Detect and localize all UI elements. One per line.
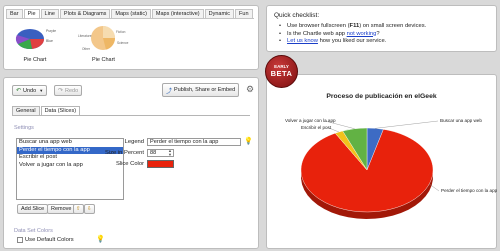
pie-thumbnail-2-label-2: Literature	[78, 34, 92, 38]
size-label: Size in Percent	[105, 150, 144, 156]
chevron-down-icon: ▼	[39, 88, 44, 93]
pie-thumbnail-1[interactable]: Purple Blue Pie Chart	[10, 20, 60, 68]
pie-label-perder: Perder el tiempo con la app	[441, 188, 498, 193]
tab-plots-diagrams[interactable]: Plots & Diagrams	[59, 9, 111, 18]
checklist-panel: Quick checklist: Use browser fullscreen …	[266, 5, 497, 52]
tab-pie[interactable]: Pie	[23, 9, 40, 18]
redo-icon: ↷	[58, 88, 64, 94]
not-working-link[interactable]: not working	[347, 31, 377, 37]
undo-button[interactable]: ↶ Undo ▼	[12, 85, 48, 96]
checklist-item-feedback: Let us know how you liked our service.	[279, 38, 426, 46]
share-icon: ⤴	[166, 88, 173, 95]
pie-label-buscar: Buscar una app web	[440, 118, 482, 123]
slice-color-swatch[interactable]	[147, 160, 174, 168]
pie-label-escribir: Escribir el post	[301, 125, 332, 130]
settings-label: Settings	[14, 125, 34, 131]
lightbulb-icon[interactable]: 💡	[96, 235, 105, 243]
redo-button[interactable]: ↷ Redo	[54, 85, 83, 96]
add-slice-button[interactable]: Add Slice	[17, 204, 49, 214]
pie-label-volver: Volver a jugar con la app	[285, 118, 336, 123]
redo-label: Redo	[65, 87, 79, 94]
undo-label: Undo	[23, 87, 37, 94]
early-beta-badge: EARLY BETA	[265, 55, 298, 88]
chart-type-tabs: Bar Pie Line Plots & Diagrams Maps (stat…	[6, 9, 254, 18]
tabs-divider	[6, 18, 254, 19]
pie-leader-line-2	[375, 120, 439, 129]
pie-thumbnail-2-label-0: Fiction	[116, 30, 126, 34]
remove-button[interactable]: Remove	[47, 204, 76, 214]
editor-tabs-divider	[12, 115, 250, 116]
pie-thumbnail-2-label-3: Other	[82, 47, 91, 51]
checklist-items: Use browser fullscreen (F11) on small sc…	[279, 23, 426, 46]
default-colors-checkbox[interactable]	[17, 237, 23, 243]
slice-color-label: Slice Color	[115, 161, 144, 167]
pie-thumbnail-2[interactable]: Fiction Science Literature Other Pie Cha…	[76, 20, 131, 68]
checklist-title: Quick checklist:	[274, 12, 320, 19]
tab-fun[interactable]: Fun	[235, 9, 253, 18]
lightbulb-icon[interactable]: 💡	[244, 137, 253, 145]
stepper-icon[interactable]: ▲ ▼	[168, 149, 172, 157]
pie-thumbnail-1-graphic: Purple Blue	[15, 29, 56, 49]
move-down-button[interactable]: ⇩	[84, 204, 95, 214]
gear-icon[interactable]: ⚙	[246, 84, 254, 95]
pie-thumbnail-2-graphic: Fiction Science Literature Other	[78, 26, 129, 51]
tab-maps-static[interactable]: Maps (static)	[111, 9, 151, 18]
beta-badge-main: BETA	[270, 69, 293, 78]
slice-list[interactable]: Buscar una app web Perder el tiempo con …	[16, 138, 124, 200]
pie-thumbnail-2-caption: Pie Chart	[92, 57, 115, 63]
data-set-colors-label: Data Set Colors	[14, 228, 53, 234]
tab-general[interactable]: General	[12, 106, 40, 115]
pie-thumbnail-1-label-1: Blue	[46, 39, 53, 43]
tab-bar[interactable]: Bar	[6, 9, 23, 18]
let-us-know-link[interactable]: Let us know	[287, 38, 318, 44]
legend-input[interactable]: Perder el tiempo con la app	[147, 138, 241, 146]
arrow-up-icon: ⇧	[76, 206, 81, 212]
publish-button[interactable]: ⤴ Publish, Share or Embed	[162, 83, 240, 97]
legend-label: Legend	[124, 139, 144, 145]
editor-panel: ↶ Undo ▼ ↷ Redo ⤴ Publish, Share or Embe…	[3, 77, 259, 249]
publish-label: Publish, Share or Embed	[174, 87, 236, 93]
editor-tabs: General Data (Slices)	[12, 106, 81, 115]
pie-chart	[300, 120, 440, 219]
default-colors-label: Use Default Colors	[25, 237, 74, 243]
pie-thumbnail-2-label-1: Science	[117, 41, 129, 45]
checklist-item-not-working: Is the Chartle web app not working?	[279, 31, 426, 39]
pie-thumbnail-1-label-0: Purple	[46, 29, 56, 33]
chart-preview-panel: Proceso de publicación en elGeek Volver …	[266, 74, 497, 249]
tab-dynamic[interactable]: Dynamic	[204, 9, 235, 18]
tab-data-slices[interactable]: Data (Slices)	[40, 106, 81, 115]
move-up-button[interactable]: ⇧	[73, 204, 84, 214]
undo-icon: ↶	[16, 88, 22, 94]
checklist-item-fullscreen: Use browser fullscreen (F11) on small sc…	[279, 23, 426, 31]
pie-thumbnail-1-caption: Pie Chart	[23, 57, 47, 63]
arrow-down-icon: ⇩	[87, 206, 92, 212]
chart-type-panel: Bar Pie Line Plots & Diagrams Maps (stat…	[3, 5, 259, 70]
tab-line[interactable]: Line	[40, 9, 59, 18]
tab-maps-interactive[interactable]: Maps (interactive)	[151, 9, 204, 18]
